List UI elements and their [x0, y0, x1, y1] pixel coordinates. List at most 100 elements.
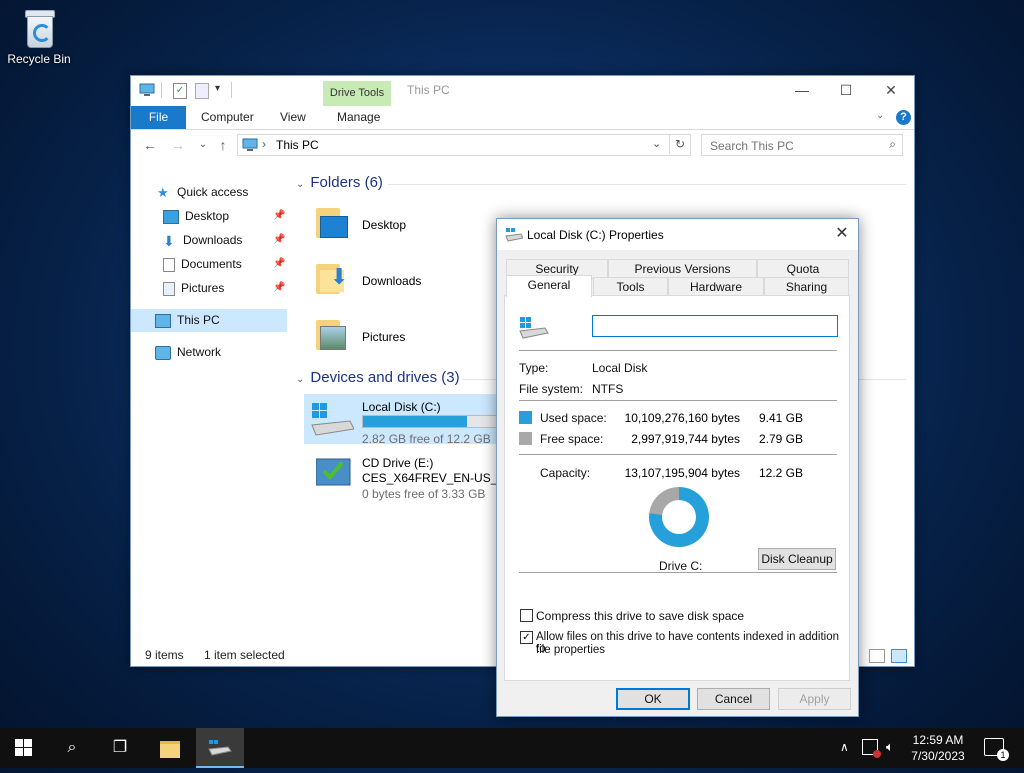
collapse-chevron-icon: ⌄: [296, 374, 305, 385]
used-space-swatch: [519, 411, 532, 424]
task-view-button[interactable]: ❐: [96, 728, 144, 768]
large-icons-view-icon[interactable]: [891, 649, 907, 663]
action-center-icon[interactable]: 1: [984, 738, 1009, 761]
this-pc-icon: [155, 313, 171, 328]
ok-button[interactable]: OK: [616, 688, 690, 710]
nav-documents[interactable]: Documents 📌: [163, 253, 313, 275]
network-status-icon[interactable]: [862, 739, 881, 758]
nav-network[interactable]: Network: [155, 341, 221, 363]
drive-label: Drive C:: [659, 559, 703, 573]
ribbon-tabs: File Computer View Manage ⌄ ?: [131, 106, 914, 130]
drive-name-field[interactable]: [592, 315, 838, 337]
properties-quick-icon[interactable]: ✓: [173, 83, 187, 99]
help-icon[interactable]: ?: [896, 110, 911, 125]
close-button[interactable]: ✕: [877, 80, 905, 100]
folder-icon: [160, 741, 180, 758]
recycle-bin-desktop-icon[interactable]: Recycle Bin: [6, 8, 72, 66]
pin-icon[interactable]: 📌: [273, 229, 285, 251]
cancel-button[interactable]: Cancel: [697, 688, 770, 710]
pin-icon[interactable]: 📌: [273, 277, 285, 299]
index-checkbox[interactable]: ✓: [520, 631, 533, 644]
tab-file[interactable]: File: [131, 106, 186, 129]
tab-hardware[interactable]: Hardware: [668, 277, 764, 297]
search-taskbar-button[interactable]: ⌕: [48, 728, 96, 768]
compress-checkbox[interactable]: [520, 609, 533, 622]
type-label: Type:: [519, 361, 549, 375]
compress-label: Compress this drive to save disk space: [536, 609, 745, 623]
show-hidden-icons-chevron-icon[interactable]: ∧: [840, 740, 849, 754]
collapse-chevron-icon: ⌄: [296, 179, 305, 190]
tab-quota[interactable]: Quota: [757, 259, 849, 279]
notification-count-badge: 1: [997, 749, 1009, 761]
details-view-icon[interactable]: [869, 649, 885, 663]
windows-logo-icon: [15, 739, 32, 756]
folder-desktop-label[interactable]: Desktop: [362, 218, 406, 232]
nav-pictures[interactable]: Pictures 📌: [163, 277, 313, 299]
file-system-label: File system:: [519, 382, 584, 396]
nav-quick-access[interactable]: ★ Quick access: [157, 181, 248, 203]
status-item-count: 9 items: [145, 648, 184, 662]
file-explorer-taskbar-button[interactable]: [146, 728, 194, 768]
general-tab-panel: Type: Local Disk File system: NTFS Used …: [504, 295, 850, 681]
window-title: This PC: [407, 83, 450, 97]
file-system-value: NTFS: [592, 382, 624, 396]
search-input[interactable]: [708, 137, 872, 155]
address-dropdown-icon[interactable]: ⌄: [652, 137, 661, 150]
folders-group-header[interactable]: ⌄ Folders (6): [296, 174, 906, 191]
drive-c-usage-bar: [362, 415, 499, 428]
capacity-label: Capacity:: [540, 466, 591, 480]
pictures-folder-icon[interactable]: [316, 316, 346, 350]
system-clock[interactable]: 12:59 AM 7/30/2023: [906, 732, 970, 764]
up-button[interactable]: ↑: [214, 136, 232, 154]
search-box[interactable]: ⌕: [701, 134, 903, 156]
pin-icon[interactable]: 📌: [273, 205, 285, 227]
search-icon: ⌕: [889, 137, 896, 151]
recent-locations-button[interactable]: ⌄: [194, 136, 212, 154]
nav-downloads[interactable]: ⬇ Downloads 📌: [163, 229, 313, 251]
dialog-close-button[interactable]: ✕: [832, 224, 852, 244]
new-folder-quick-icon[interactable]: [195, 83, 209, 99]
minimize-button[interactable]: —: [788, 80, 816, 100]
customize-quick-access-icon[interactable]: ▾: [215, 83, 220, 94]
tab-general[interactable]: General: [506, 275, 592, 297]
recycle-bin-label: Recycle Bin: [7, 52, 71, 66]
properties-dialog: Local Disk (C:) Properties ✕ Security Pr…: [496, 218, 859, 717]
tab-tools[interactable]: Tools: [593, 277, 668, 297]
disk-cleanup-button[interactable]: Disk Cleanup: [758, 548, 836, 570]
back-button[interactable]: ←: [141, 136, 159, 154]
desktop-folder-icon[interactable]: [316, 204, 348, 238]
recycle-bin-icon: [22, 8, 56, 48]
free-space-bytes: 2,997,919,744 bytes: [631, 432, 740, 446]
tab-sharing[interactable]: Sharing: [764, 277, 849, 297]
drive-icon: [505, 228, 523, 242]
used-space-label: Used space:: [540, 411, 607, 425]
nav-this-pc[interactable]: This PC: [155, 309, 220, 331]
dialog-titlebar: Local Disk (C:) Properties ✕: [497, 219, 858, 250]
disk-usage-donut-chart: [649, 487, 709, 547]
start-button[interactable]: [0, 728, 48, 768]
desktop-folder-icon: [163, 209, 179, 224]
forward-button[interactable]: →: [169, 136, 187, 154]
properties-taskbar-button[interactable]: [196, 728, 244, 768]
apply-button[interactable]: Apply: [778, 688, 851, 710]
pin-icon[interactable]: 📌: [273, 253, 285, 275]
refresh-button[interactable]: ↻: [669, 134, 690, 154]
folder-pictures-label[interactable]: Pictures: [362, 330, 405, 344]
tab-view[interactable]: View: [280, 106, 306, 129]
folder-downloads-label[interactable]: Downloads: [362, 274, 421, 288]
nav-desktop[interactable]: Desktop 📌: [163, 205, 313, 227]
free-space-swatch: [519, 432, 532, 445]
address-bar[interactable]: › This PC ⌄: [237, 134, 691, 156]
tab-previous-versions[interactable]: Previous Versions: [608, 259, 757, 279]
task-view-icon: ❐: [112, 739, 128, 756]
maximize-button[interactable]: ☐: [832, 80, 860, 100]
expand-ribbon-icon[interactable]: ⌄: [876, 110, 884, 121]
volume-muted-icon[interactable]: 🔈︎: [886, 739, 894, 755]
drive-name-input[interactable]: [594, 317, 838, 337]
drive-icon: [208, 740, 232, 756]
explorer-titlebar: ✓ ▾ Drive Tools This PC — ☐ ✕: [131, 76, 914, 106]
tab-manage[interactable]: Manage: [337, 106, 380, 129]
tab-computer[interactable]: Computer: [201, 106, 254, 129]
capacity-gb: 12.2 GB: [758, 466, 803, 480]
downloads-folder-icon[interactable]: ⬇: [316, 260, 348, 294]
